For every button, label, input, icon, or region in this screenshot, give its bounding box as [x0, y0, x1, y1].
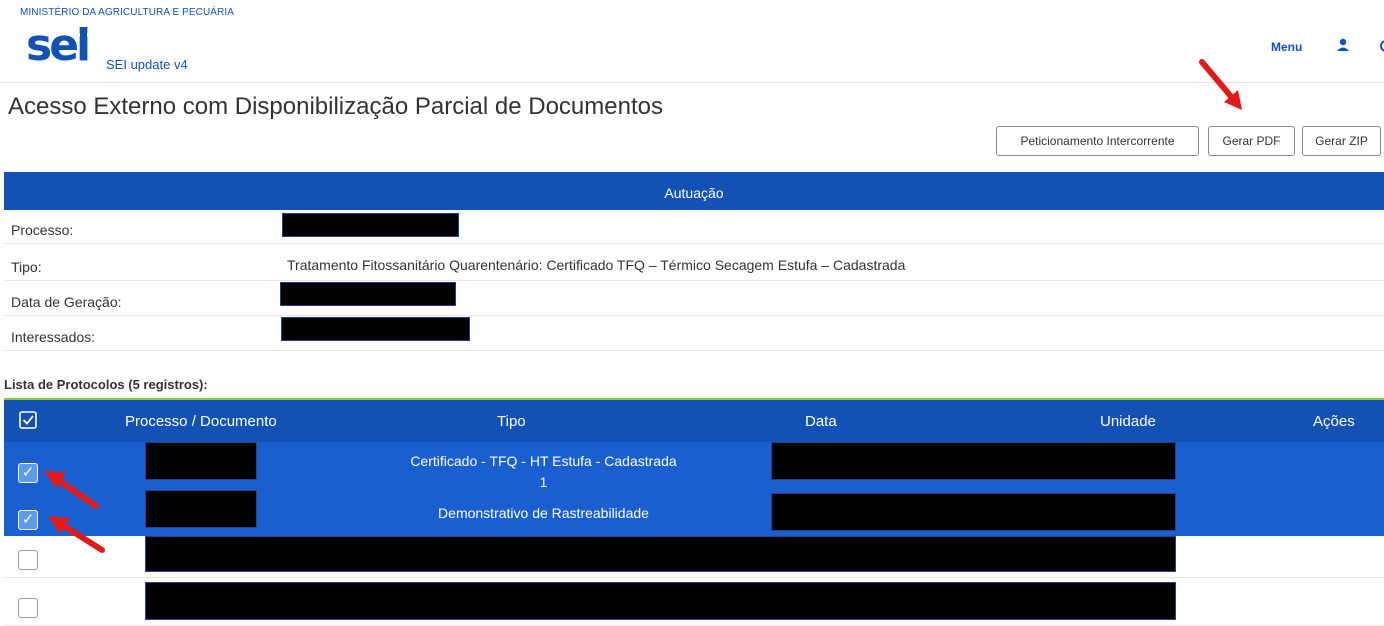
redacted-block [282, 213, 459, 237]
row-checkbox[interactable] [18, 550, 38, 570]
system-subtitle: SEI update v4 [106, 57, 188, 72]
field-label: Interessados: [11, 329, 96, 345]
annotation-arrow-icon [44, 471, 99, 509]
autuacao-row-tipo: Tipo: Tratamento Fitossanitário Quarente… [4, 247, 1384, 281]
gerar-pdf-button[interactable]: Gerar PDF [1208, 126, 1295, 156]
column-header-unidade[interactable]: Unidade [1100, 413, 1156, 430]
field-label: Tipo: [11, 259, 42, 275]
row-checkbox[interactable] [18, 598, 38, 618]
autuacao-row-processo: Processo: [4, 210, 1384, 244]
redacted-block [771, 442, 1176, 480]
field-value: Tratamento Fitossanitário Quarentenário:… [287, 257, 906, 273]
ministry-name: MINISTÉRIO DA AGRICULTURA E PECUÁRIA [20, 7, 235, 18]
tipo-text-line2: 1 [539, 474, 548, 490]
redacted-block [280, 282, 456, 306]
table-row[interactable]: ✓ Demonstrativo de Rastreabilidade [4, 490, 1384, 536]
tipo-cell[interactable]: Certificado - TFQ - HT Estufa - Cadastra… [311, 451, 776, 493]
page-title: Acesso Externo com Disponibilização Parc… [8, 93, 663, 120]
tipo-text[interactable]: Demonstrativo de Rastreabilidade [311, 503, 776, 524]
protocol-list-title: Lista de Protocolos (5 registros): [4, 377, 208, 392]
redacted-block [145, 582, 1176, 620]
column-header-processo[interactable]: Processo / Documento [125, 413, 277, 430]
menu-button[interactable]: Menu [1271, 40, 1302, 54]
annotation-arrow-icon [48, 516, 105, 553]
page: MINISTÉRIO DA AGRICULTURA E PECUÁRIA sei… [0, 0, 1384, 626]
sei-logo[interactable]: sei [26, 24, 91, 68]
select-all-checkbox-icon[interactable] [19, 411, 37, 429]
column-header-tipo[interactable]: Tipo [497, 413, 526, 430]
gear-icon[interactable] [1378, 39, 1384, 53]
autuacao-row-data-geracao: Data de Geração: [4, 282, 1384, 316]
column-header-data[interactable]: Data [805, 413, 837, 430]
row-checkbox[interactable]: ✓ [18, 510, 38, 530]
autuacao-row-interessados: Interessados: [4, 317, 1384, 351]
annotation-arrow-icon [1199, 59, 1242, 110]
gerar-zip-button[interactable]: Gerar ZIP [1302, 126, 1381, 156]
redacted-block [145, 442, 257, 480]
row-checkbox[interactable]: ✓ [18, 463, 38, 483]
redacted-block [145, 490, 257, 528]
column-header-acoes: Ações [1313, 413, 1355, 430]
peticionamento-intercorrente-button[interactable]: Peticionamento Intercorrente [996, 126, 1199, 156]
header-divider [0, 82, 1384, 83]
autuacao-header: Autuação [4, 172, 1384, 210]
redacted-block [145, 536, 1176, 572]
field-label: Processo: [11, 222, 74, 238]
logo-exclamation-icon [80, 30, 87, 57]
tipo-text[interactable]: Certificado - TFQ - HT Estufa - Cadastra… [311, 451, 776, 472]
redacted-block [281, 317, 470, 341]
tipo-cell[interactable]: Demonstrativo de Rastreabilidade [311, 503, 776, 524]
field-label: Data de Geração: [11, 294, 122, 310]
table-row[interactable]: ✓ Certificado - TFQ - HT Estufa - Cadast… [4, 442, 1384, 497]
table-row[interactable] [4, 578, 1384, 626]
protocol-table-header: Processo / Documento Tipo Data Unidade A… [4, 400, 1384, 442]
redacted-block [771, 493, 1176, 531]
table-row[interactable] [4, 536, 1384, 578]
user-icon[interactable] [1336, 38, 1350, 52]
